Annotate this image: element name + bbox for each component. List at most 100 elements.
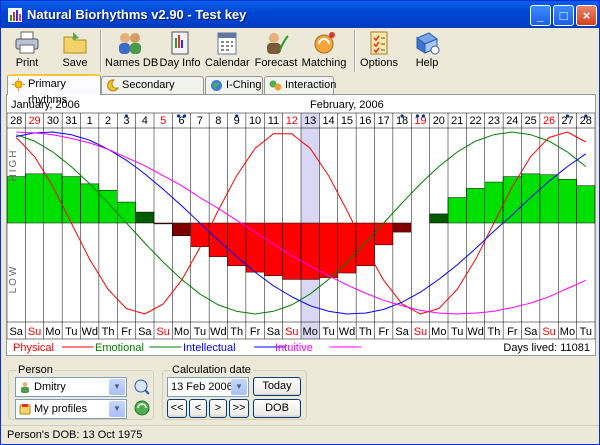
toolbar-separator (100, 30, 102, 72)
help-button[interactable]: Help (407, 28, 447, 74)
day-number: 28 (10, 115, 22, 127)
bar (80, 183, 100, 224)
person-select[interactable]: Dmitry ▼ (15, 377, 127, 397)
profile-name: My profiles (34, 403, 88, 415)
tab-secondary-rhythms[interactable]: Secondary rhythms (101, 76, 204, 107)
bar (484, 181, 504, 224)
person-info-icon[interactable] (133, 378, 151, 396)
minimize-button[interactable]: _ (530, 5, 551, 26)
day-number: 16 (359, 115, 371, 127)
weekday-label: Mo (174, 326, 189, 338)
event-marker (565, 114, 570, 118)
person-icon (21, 382, 29, 393)
calculation-date-picker[interactable]: 13 Feb 2006 ▼ (167, 377, 249, 397)
tab-strip: Primary rhythms Secondary rhythms I-Chin… (1, 74, 599, 107)
day-info-button[interactable]: Day Info (158, 28, 202, 74)
day-number: 31 (65, 115, 77, 127)
high-label: HIGH (8, 149, 19, 182)
weekday-label: Th (488, 326, 501, 338)
day-number: 15 (341, 115, 353, 127)
moon-icon (107, 79, 119, 92)
previous-month-button[interactable]: << (167, 399, 187, 418)
today-button[interactable]: Today (253, 377, 301, 396)
chevron-down-icon[interactable]: ▼ (109, 401, 125, 417)
toolbar: Print Save Names DB Day Info Calendar Fo… (1, 28, 599, 74)
person-group: Person Dmitry ▼ My profiles ▼ (8, 364, 154, 420)
calendar-icon (217, 32, 237, 55)
day-number: 29 (28, 115, 40, 127)
biorhythm-chart[interactable]: January, 2006February, 2006HIGHLOW28Sa29… (6, 94, 596, 356)
day-number: 4 (142, 115, 148, 127)
weekday-label: Sa (524, 326, 538, 338)
tab-primary-rhythms[interactable]: Primary rhythms (7, 74, 101, 106)
person-group-title: Person (16, 364, 55, 376)
globe-icon (211, 80, 222, 91)
calendar-button[interactable]: Calendar (205, 28, 250, 74)
window-title: Natural Biorhythms v2.90 - Test key (27, 7, 247, 22)
weekday-label: Fr (250, 326, 261, 338)
weekday-label: Su (28, 326, 41, 338)
options-button[interactable]: Options (359, 28, 399, 74)
weekday-label: Mo (45, 326, 60, 338)
weekday-label: Wd (339, 326, 356, 338)
close-button[interactable]: × (576, 5, 597, 26)
weekday-label: Th (359, 326, 372, 338)
day-number: 11 (268, 115, 279, 127)
save-button[interactable]: Save (55, 28, 95, 74)
day-number: 22 (469, 115, 481, 127)
event-marker (415, 114, 420, 118)
weekday-label: Tu (580, 326, 592, 338)
names-db-label: Names DB (105, 57, 159, 69)
previous-day-button[interactable]: < (189, 399, 207, 418)
bar (319, 222, 338, 278)
chevron-down-icon[interactable]: ▼ (109, 379, 125, 395)
bar (337, 222, 357, 274)
dob-button[interactable]: DOB (253, 399, 301, 418)
day-number: 8 (215, 115, 221, 127)
tab-interaction[interactable]: Interaction (264, 76, 336, 94)
day-number: 17 (378, 115, 390, 127)
print-button[interactable]: Print (7, 28, 47, 74)
bar (25, 173, 44, 224)
day-number: 26 (543, 115, 555, 127)
weekday-label: Su (414, 326, 427, 338)
title-bar[interactable]: Natural Biorhythms v2.90 - Test key _ □ … (1, 1, 599, 28)
calculation-date-title: Calculation date (170, 364, 253, 376)
maximize-button[interactable]: □ (553, 5, 574, 26)
day-number: 21 (451, 115, 463, 127)
matching-button[interactable]: Matching (301, 28, 347, 74)
bar (245, 222, 265, 273)
forecast-button[interactable]: Forecast (253, 28, 299, 74)
checklist-icon (370, 31, 388, 55)
next-month-button[interactable]: >> (229, 399, 249, 418)
day-number: 25 (525, 115, 537, 127)
tab-i-ching[interactable]: I-Ching (205, 76, 263, 94)
help-icon (416, 32, 440, 55)
next-day-button[interactable]: > (209, 399, 227, 418)
chevron-down-icon[interactable]: ▼ (231, 379, 247, 395)
days-lived-label: Days lived: 11081 (503, 342, 590, 354)
profile-select[interactable]: My profiles ▼ (15, 399, 127, 419)
legend-label-physical: Physical (13, 342, 54, 354)
bar (300, 222, 320, 280)
print-label: Print (15, 57, 39, 69)
names-db-button[interactable]: Names DB (105, 28, 159, 74)
event-marker (124, 114, 129, 118)
book-icon (171, 31, 189, 55)
calculation-date-group: Calculation date 13 Feb 2006 ▼ Today << … (162, 364, 307, 420)
interaction-icon (269, 80, 282, 91)
weekday-label: Wd (81, 326, 98, 338)
status-bar: Person's DOB: 13 Oct 1975 (1, 425, 599, 444)
month-label-right: February, 2006 (310, 99, 384, 111)
matching-label: Matching (301, 57, 347, 69)
calculation-date-value: 13 Feb 2006 (171, 381, 233, 393)
weekday-label: Mo (431, 326, 446, 338)
person-name: Dmitry (34, 381, 66, 393)
weekday-label: Tu (194, 326, 206, 338)
legend-label-intuitive: Intuitive (275, 342, 313, 354)
weekday-label: Fr (378, 326, 389, 338)
refresh-profile-icon[interactable] (133, 399, 151, 417)
forecast-icon (267, 33, 289, 54)
bar (539, 174, 559, 224)
status-text: Person's DOB: 13 Oct 1975 (7, 429, 143, 441)
